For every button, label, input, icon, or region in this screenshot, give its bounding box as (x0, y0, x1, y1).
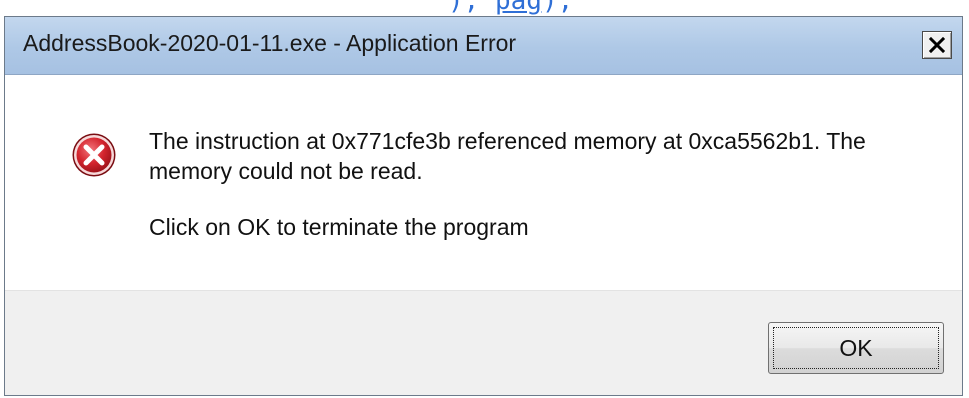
ok-button-label: OK (839, 335, 873, 361)
ok-button[interactable]: OK (768, 322, 944, 374)
snippet-fragment-c: ); (541, 0, 574, 16)
error-message-line2: Click on OK to terminate the program (149, 214, 529, 240)
dialog-titlebar[interactable]: AddressBook-2020-01-11.exe - Application… (5, 17, 962, 75)
background-code-snippet: ), pag); (0, 0, 969, 16)
screen: ), pag); AddressBook-2020-01-11.exe - Ap… (0, 0, 969, 398)
application-error-dialog: AddressBook-2020-01-11.exe - Application… (4, 16, 963, 396)
snippet-fragment-a: ), (448, 0, 480, 16)
dialog-title: AddressBook-2020-01-11.exe - Application… (23, 30, 517, 56)
error-message: The instruction at 0x771cfe3b referenced… (149, 126, 929, 242)
error-icon (72, 133, 116, 177)
error-message-line1: The instruction at 0x771cfe3b referenced… (149, 128, 866, 184)
close-button[interactable] (922, 31, 952, 59)
dialog-footer: OK (5, 290, 962, 395)
close-icon (929, 37, 945, 53)
snippet-link-fragment[interactable]: pag (495, 0, 542, 16)
dialog-content: The instruction at 0x771cfe3b referenced… (5, 75, 962, 290)
